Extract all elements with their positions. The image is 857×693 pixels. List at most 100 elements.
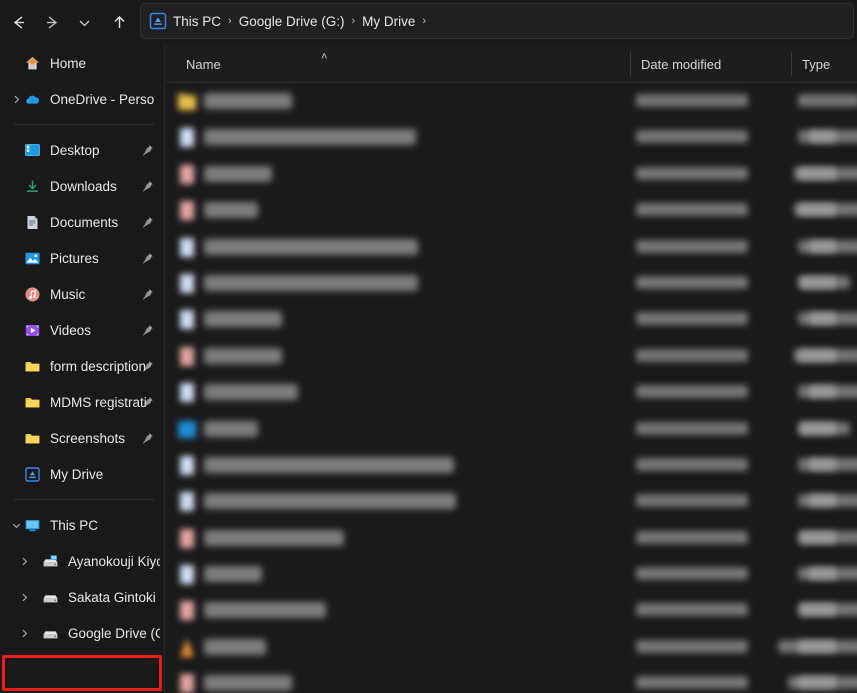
- google-drive-icon: [148, 11, 168, 31]
- file-size-redacted: [794, 348, 836, 362]
- sidebar-item-onedrive-persona[interactable]: OneDrive - Persona: [2, 81, 160, 117]
- chevron-right-icon[interactable]: [8, 81, 24, 117]
- music-icon: [24, 286, 41, 303]
- drive-icon: [42, 625, 59, 642]
- table-row[interactable]: [166, 592, 857, 628]
- contacts-icon: [178, 420, 196, 439]
- address-bar[interactable]: This PC › Google Drive (G:) › My Drive ›: [140, 3, 854, 39]
- sidebar-item-music[interactable]: Music: [2, 276, 160, 312]
- breadcrumb-separator[interactable]: ›: [226, 15, 234, 27]
- file-type-redacted: [798, 94, 857, 107]
- table-row[interactable]: [166, 192, 857, 228]
- file-name-redacted: [204, 347, 282, 364]
- sidebar-item-label: form description: [50, 358, 147, 374]
- sidebar-item-google-drive-g[interactable]: Google Drive (G:): [2, 615, 160, 651]
- pdf-icon: [178, 164, 196, 184]
- file-date-modified-redacted: [636, 94, 748, 107]
- pdf-icon: [178, 346, 196, 366]
- file-size-redacted: [809, 130, 836, 144]
- home-icon: [24, 55, 41, 72]
- table-row[interactable]: [166, 411, 857, 447]
- sidebar-item-ayanokouji-kiyota[interactable]: Ayanokouji Kiyota: [2, 543, 160, 579]
- sidebar-item-desktop[interactable]: Desktop: [2, 132, 160, 168]
- pin-icon[interactable]: [142, 324, 154, 337]
- file-date-modified-redacted: [636, 603, 748, 617]
- sidebar-item-label: Desktop: [50, 142, 100, 158]
- table-row[interactable]: [166, 483, 857, 519]
- table-row[interactable]: [166, 83, 857, 119]
- chevron-right-icon[interactable]: [16, 615, 32, 651]
- pin-icon[interactable]: [142, 144, 154, 157]
- file-date-modified-redacted: [636, 676, 748, 690]
- file-size-redacted: [809, 312, 836, 326]
- forward-arrow-icon[interactable]: [35, 7, 67, 37]
- file-name-redacted: [204, 529, 344, 546]
- sidebar-divider: [14, 124, 154, 125]
- pin-icon[interactable]: [142, 252, 154, 265]
- table-row[interactable]: [166, 629, 857, 665]
- drive-icon: [42, 589, 59, 606]
- sidebar-item-label: Ayanokouji Kiyota: [68, 553, 160, 569]
- pdf-icon: [178, 601, 196, 621]
- file-name-redacted: [204, 93, 292, 109]
- sidebar-item-home[interactable]: Home: [2, 45, 160, 81]
- sidebar-item-screenshots[interactable]: Screenshots: [2, 420, 160, 456]
- breadcrumb-this-pc[interactable]: This PC: [168, 11, 226, 32]
- file-size-redacted: [809, 239, 836, 253]
- table-row[interactable]: [166, 338, 857, 374]
- chevron-right-icon[interactable]: [16, 543, 32, 579]
- file-date-modified-redacted: [636, 567, 748, 581]
- back-arrow-icon[interactable]: [3, 7, 35, 37]
- table-row[interactable]: [166, 556, 857, 592]
- table-row[interactable]: [166, 665, 857, 693]
- table-row[interactable]: [166, 520, 857, 556]
- pin-icon[interactable]: [142, 216, 154, 229]
- file-name-redacted: [204, 384, 298, 401]
- pin-icon[interactable]: [142, 288, 154, 301]
- column-header-type[interactable]: Type: [792, 45, 857, 83]
- table-row[interactable]: [166, 301, 857, 337]
- table-row[interactable]: [166, 229, 857, 265]
- table-row[interactable]: [166, 265, 857, 301]
- pin-icon[interactable]: [142, 396, 154, 409]
- file-name-redacted: [204, 420, 258, 437]
- pin-icon[interactable]: [142, 180, 154, 193]
- sidebar-item-sakata-gintoki-d[interactable]: Sakata Gintoki (D:: [2, 579, 160, 615]
- google-docs-icon: [178, 492, 196, 512]
- sidebar-item-mdms-registrati[interactable]: MDMS registrati: [2, 384, 160, 420]
- vlc-cone-icon: [178, 637, 196, 657]
- chevron-down-icon[interactable]: [8, 507, 24, 543]
- sidebar-item-form-description[interactable]: form description: [2, 348, 160, 384]
- sidebar-item-this-pc[interactable]: This PC: [2, 507, 160, 543]
- breadcrumb-google-drive[interactable]: Google Drive (G:): [234, 11, 350, 32]
- google-docs-icon: [178, 237, 196, 257]
- pin-icon[interactable]: [142, 360, 154, 373]
- file-name-redacted: [204, 238, 418, 255]
- sidebar-item-pictures[interactable]: Pictures: [2, 240, 160, 276]
- table-row[interactable]: [166, 156, 857, 192]
- up-arrow-icon[interactable]: [103, 7, 135, 37]
- navigation-pane[interactable]: Home OneDrive - Persona Desktop Downloads Do…: [0, 45, 165, 693]
- sidebar-item-downloads[interactable]: Downloads: [2, 168, 160, 204]
- column-header-name[interactable]: Name: [176, 45, 630, 83]
- breadcrumb-my-drive[interactable]: My Drive: [357, 11, 420, 32]
- file-name-redacted: [204, 493, 456, 510]
- sidebar-item-label: My Drive: [50, 466, 104, 482]
- sidebar-item-videos[interactable]: Videos: [2, 312, 160, 348]
- table-row[interactable]: [166, 119, 857, 155]
- file-date-modified-redacted: [636, 275, 748, 289]
- breadcrumb-separator-trailing[interactable]: ›: [420, 15, 428, 27]
- table-row[interactable]: [166, 374, 857, 410]
- breadcrumb-separator[interactable]: ›: [349, 15, 357, 27]
- downloads-icon: [24, 178, 41, 195]
- chevron-right-icon[interactable]: [16, 579, 32, 615]
- pin-icon[interactable]: [142, 432, 154, 445]
- chevron-down-icon[interactable]: [68, 7, 100, 37]
- file-date-modified-redacted: [636, 130, 748, 144]
- table-row[interactable]: [166, 447, 857, 483]
- file-rows-container[interactable]: [166, 83, 857, 693]
- sidebar-item-my-drive[interactable]: My Drive: [2, 456, 160, 492]
- column-header-date-modified[interactable]: Date modified: [631, 45, 791, 83]
- sidebar-item-documents[interactable]: Documents: [2, 204, 160, 240]
- folder-icon: [178, 92, 196, 111]
